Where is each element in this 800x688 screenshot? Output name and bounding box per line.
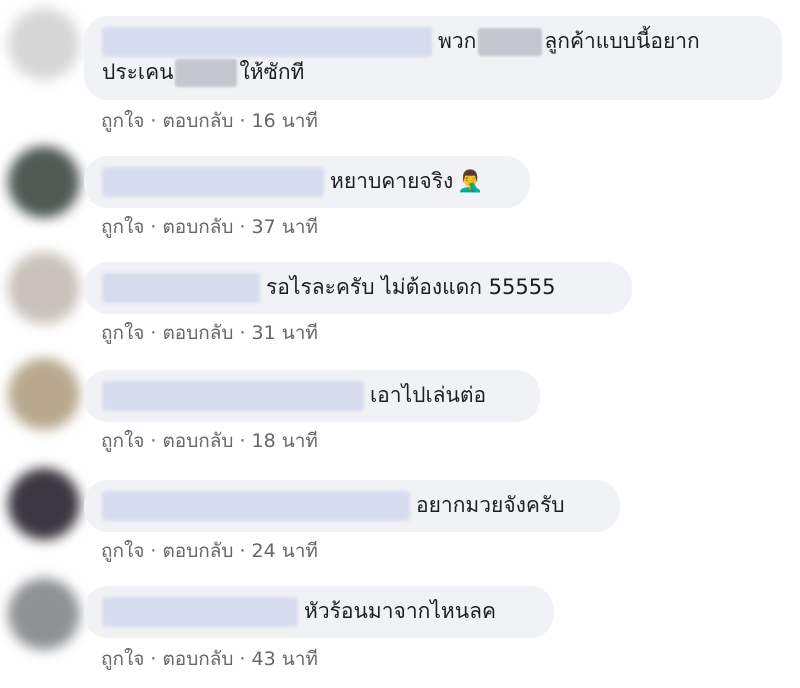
separator: · <box>239 430 246 452</box>
timestamp[interactable]: 18 นาที <box>252 430 318 452</box>
avatar[interactable] <box>8 8 80 80</box>
comment-bubble: เอาไปเล่นต่อ <box>84 370 540 422</box>
like-link[interactable]: ถูกใจ <box>101 216 144 238</box>
comment-bubble: รอไรละครับ ไม่ต้องแดก 55555 <box>84 262 632 314</box>
comment-actions: ถูกใจ · ตอบกลับ · 43 นาที <box>101 644 318 674</box>
comment-actions: ถูกใจ · ตอบกลับ · 31 นาที <box>101 318 318 348</box>
comment-text: พวก <box>438 29 477 53</box>
separator: · <box>150 540 157 562</box>
separator: · <box>239 322 246 344</box>
comment-bubble: หยาบคายจริง 🤦‍♂️ <box>84 156 530 208</box>
avatar[interactable] <box>8 358 80 430</box>
blurred-author-name[interactable] <box>102 597 298 627</box>
comment-text: หยาบคายจริง <box>330 169 454 193</box>
blurred-author-name[interactable] <box>102 167 324 197</box>
separator: · <box>150 110 157 132</box>
comment-text: ประเคน <box>102 60 174 84</box>
like-link[interactable]: ถูกใจ <box>101 540 144 562</box>
reply-link[interactable]: ตอบกลับ <box>162 322 233 344</box>
comment-text: อยากมวยจังครับ <box>416 493 565 517</box>
like-link[interactable]: ถูกใจ <box>101 110 144 132</box>
blurred-author-name[interactable] <box>102 381 364 411</box>
timestamp[interactable]: 16 นาที <box>252 110 318 132</box>
comment-text: หัวร้อนมาจากไหนลค <box>304 599 497 623</box>
blurred-author-name[interactable] <box>102 491 410 521</box>
separator: · <box>239 540 246 562</box>
comment-text: ให้ซักที <box>239 60 305 84</box>
separator: · <box>150 322 157 344</box>
comment-text: เอาไปเล่นต่อ <box>370 383 487 407</box>
avatar[interactable] <box>8 468 80 540</box>
comment-text: รอไรละครับ ไม่ต้องแดก 55555 <box>266 275 556 299</box>
reply-link[interactable]: ตอบกลับ <box>162 648 233 670</box>
comment-actions: ถูกใจ · ตอบกลับ · 37 นาที <box>101 212 318 242</box>
separator: · <box>150 648 157 670</box>
comment-actions: ถูกใจ · ตอบกลับ · 18 นาที <box>101 426 318 456</box>
blurred-author-name[interactable] <box>102 27 432 57</box>
timestamp[interactable]: 37 นาที <box>252 216 318 238</box>
comment-bubble: อยากมวยจังครับ <box>84 480 620 532</box>
like-link[interactable]: ถูกใจ <box>101 430 144 452</box>
blurred-author-name[interactable] <box>102 273 260 303</box>
comment-actions: ถูกใจ · ตอบกลับ · 16 นาที <box>101 106 318 136</box>
separator: · <box>239 216 246 238</box>
comment-bubble: พวก ลูกค้าแบบนี้อยาก ประเคน ให้ซักที <box>84 16 782 100</box>
separator: · <box>239 110 246 132</box>
like-link[interactable]: ถูกใจ <box>101 648 144 670</box>
avatar[interactable] <box>8 578 80 650</box>
comment-actions: ถูกใจ · ตอบกลับ · 24 นาที <box>101 536 318 566</box>
timestamp[interactable]: 31 นาที <box>252 322 318 344</box>
comment-bubble: หัวร้อนมาจากไหนลค <box>84 586 554 638</box>
reply-link[interactable]: ตอบกลับ <box>162 110 233 132</box>
reply-link[interactable]: ตอบกลับ <box>162 216 233 238</box>
timestamp[interactable]: 43 นาที <box>252 648 318 670</box>
separator: · <box>239 648 246 670</box>
like-link[interactable]: ถูกใจ <box>101 322 144 344</box>
reply-link[interactable]: ตอบกลับ <box>162 430 233 452</box>
separator: · <box>150 216 157 238</box>
avatar[interactable] <box>8 252 80 324</box>
facepalm-emoji: 🤦‍♂️ <box>457 169 484 193</box>
blurred-word <box>478 28 543 56</box>
avatar[interactable] <box>8 146 80 218</box>
reply-link[interactable]: ตอบกลับ <box>162 540 233 562</box>
separator: · <box>150 430 157 452</box>
timestamp[interactable]: 24 นาที <box>252 540 318 562</box>
blurred-word <box>175 59 238 87</box>
comment-text: ลูกค้าแบบนี้อยาก <box>544 29 700 53</box>
